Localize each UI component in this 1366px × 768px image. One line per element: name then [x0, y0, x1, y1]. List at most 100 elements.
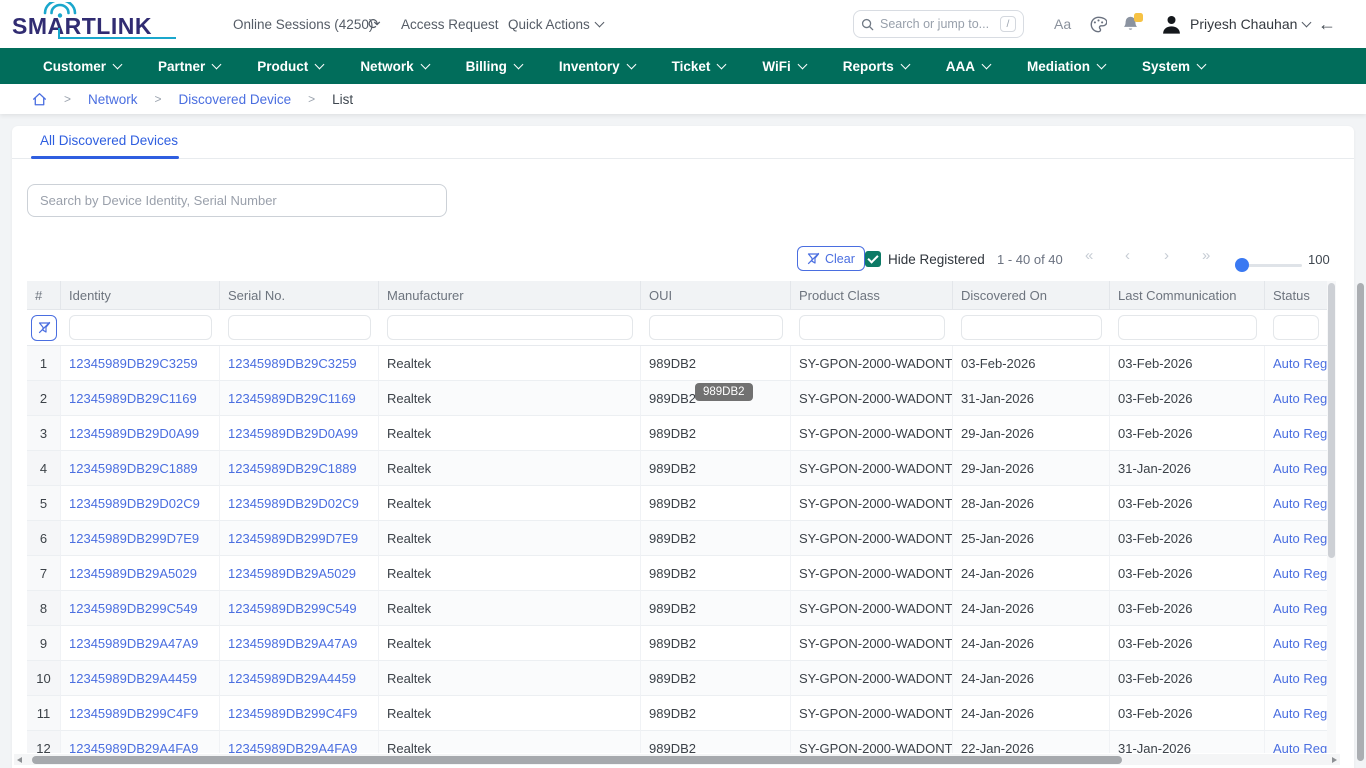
column-header[interactable]: Product Class — [791, 281, 953, 310]
scrollbar-thumb[interactable] — [32, 756, 1122, 764]
column-header[interactable]: Identity — [61, 281, 220, 310]
column-header[interactable]: Serial No. — [220, 281, 379, 310]
identity-link[interactable]: 12345989DB299C549 — [69, 601, 198, 616]
nav-item[interactable]: WiFi — [762, 59, 805, 74]
filter-oui-input[interactable] — [649, 315, 783, 340]
column-header[interactable]: Status — [1265, 281, 1327, 310]
status-link[interactable]: Auto Regis — [1273, 391, 1327, 406]
identity-link[interactable]: 12345989DB29D02C9 — [69, 496, 200, 511]
identity-link[interactable]: 12345989DB29C1169 — [69, 391, 197, 406]
table-row[interactable]: 11 12345989DB299C4F9 12345989DB299C4F9 R… — [27, 696, 1327, 731]
status-link[interactable]: Auto Regis — [1273, 566, 1327, 581]
status-link[interactable]: Auto Regis — [1273, 636, 1327, 651]
quick-actions-menu[interactable]: Quick Actions — [508, 0, 603, 48]
identity-link[interactable]: 12345989DB29A47A9 — [69, 636, 198, 651]
home-icon[interactable] — [32, 92, 47, 107]
identity-link[interactable]: 12345989DB29A5029 — [69, 566, 197, 581]
serial-link[interactable]: 12345989DB299C549 — [228, 601, 357, 616]
nav-item[interactable]: Reports — [843, 59, 909, 74]
table-row[interactable]: 7 12345989DB29A5029 12345989DB29A5029 Re… — [27, 556, 1327, 591]
scrollbar-thumb[interactable] — [1357, 283, 1364, 761]
user-avatar[interactable] — [1161, 0, 1182, 48]
serial-link[interactable]: 12345989DB299C4F9 — [228, 706, 357, 721]
first-page-button[interactable]: « — [1085, 247, 1093, 264]
clear-filters-button[interactable]: Clear — [797, 246, 865, 271]
filter-manufacturer-input[interactable] — [387, 315, 633, 340]
nav-item[interactable]: Partner — [158, 59, 220, 74]
status-link[interactable]: Auto Regis — [1273, 671, 1327, 686]
tab-all-discovered-devices[interactable]: All Discovered Devices — [40, 133, 178, 148]
column-header[interactable]: # — [27, 281, 61, 310]
table-row[interactable]: 12 12345989DB29A4FA9 12345989DB29A4FA9 R… — [27, 731, 1327, 753]
status-link[interactable]: Auto Regis — [1273, 461, 1327, 476]
filter-toggle-button[interactable] — [31, 315, 57, 341]
identity-link[interactable]: 12345989DB29A4FA9 — [69, 741, 198, 754]
page-size-slider-track[interactable] — [1240, 264, 1302, 267]
nav-item[interactable]: System — [1142, 59, 1205, 74]
serial-link[interactable]: 12345989DB29A47A9 — [228, 636, 357, 651]
status-link[interactable]: Auto Regis — [1273, 531, 1327, 546]
identity-link[interactable]: 12345989DB299D7E9 — [69, 531, 199, 546]
identity-link[interactable]: 12345989DB29A4459 — [69, 671, 197, 686]
back-arrow-button[interactable]: ← — [1318, 0, 1336, 48]
serial-link[interactable]: 12345989DB29C3259 — [228, 356, 357, 371]
filter-status-input[interactable] — [1273, 315, 1319, 340]
status-link[interactable]: Auto Regis — [1273, 496, 1327, 511]
identity-link[interactable]: 12345989DB29D0A99 — [69, 426, 199, 441]
nav-item[interactable]: Network — [360, 59, 428, 74]
table-vertical-scrollbar[interactable] — [1327, 281, 1336, 753]
scroll-right-arrow[interactable] — [1332, 757, 1337, 763]
table-row[interactable]: 6 12345989DB299D7E9 12345989DB299D7E9 Re… — [27, 521, 1327, 556]
serial-link[interactable]: 12345989DB29D02C9 — [228, 496, 359, 511]
serial-link[interactable]: 12345989DB299D7E9 — [228, 531, 358, 546]
prev-page-button[interactable]: ‹ — [1125, 247, 1130, 264]
global-search-input[interactable]: Search or jump to... / — [853, 10, 1024, 38]
table-row[interactable]: 9 12345989DB29A47A9 12345989DB29A47A9 Re… — [27, 626, 1327, 661]
filter-serial-input[interactable] — [228, 315, 371, 340]
smartlink-logo[interactable]: SMARTLINK — [12, 4, 182, 46]
next-page-button[interactable]: › — [1164, 247, 1169, 264]
online-sessions[interactable]: Online Sessions (4250) — [233, 0, 373, 48]
serial-link[interactable]: 12345989DB29A4459 — [228, 671, 356, 686]
column-header[interactable]: Manufacturer — [379, 281, 641, 310]
status-link[interactable]: Auto Regis — [1273, 601, 1327, 616]
nav-item[interactable]: Mediation — [1027, 59, 1105, 74]
identity-link[interactable]: 12345989DB29C1889 — [69, 461, 198, 476]
status-link[interactable]: Auto Regis — [1273, 356, 1327, 371]
status-link[interactable]: Auto Regis — [1273, 741, 1327, 754]
refresh-icon[interactable]: ⟳ — [368, 0, 381, 48]
identity-link[interactable]: 12345989DB29C3259 — [69, 356, 198, 371]
page-size-slider-thumb[interactable] — [1235, 258, 1249, 272]
column-header[interactable]: Discovered On — [953, 281, 1110, 310]
last-page-button[interactable]: » — [1202, 247, 1210, 264]
filter-discovered-on-input[interactable] — [961, 315, 1102, 340]
nav-item[interactable]: AAA — [946, 59, 990, 74]
table-row[interactable]: 2 12345989DB29C1169 12345989DB29C1169 Re… — [27, 381, 1327, 416]
filter-identity-input[interactable] — [69, 315, 212, 340]
access-request-link[interactable]: Access Request — [401, 0, 499, 48]
serial-link[interactable]: 12345989DB29C1889 — [228, 461, 357, 476]
table-row[interactable]: 10 12345989DB29A4459 12345989DB29A4459 R… — [27, 661, 1327, 696]
table-row[interactable]: 8 12345989DB299C549 12345989DB299C549 Re… — [27, 591, 1327, 626]
user-menu[interactable]: Priyesh Chauhan — [1190, 0, 1310, 48]
column-header[interactable]: OUI — [641, 281, 791, 310]
status-link[interactable]: Auto Regis — [1273, 426, 1327, 441]
table-row[interactable]: 1 12345989DB29C3259 12345989DB29C3259 Re… — [27, 346, 1327, 381]
serial-link[interactable]: 12345989DB29A4FA9 — [228, 741, 357, 754]
theme-palette-icon[interactable] — [1090, 0, 1107, 48]
nav-item[interactable]: Ticket — [672, 59, 726, 74]
serial-link[interactable]: 12345989DB29A5029 — [228, 566, 356, 581]
table-row[interactable]: 4 12345989DB29C1889 12345989DB29C1889 Re… — [27, 451, 1327, 486]
nav-item[interactable]: Customer — [43, 59, 121, 74]
filter-product-class-input[interactable] — [799, 315, 945, 340]
table-row[interactable]: 5 12345989DB29D02C9 12345989DB29D02C9 Re… — [27, 486, 1327, 521]
nav-item[interactable]: Inventory — [559, 59, 635, 74]
identity-link[interactable]: 12345989DB299C4F9 — [69, 706, 198, 721]
breadcrumb-discovered-device[interactable]: Discovered Device — [179, 92, 292, 107]
breadcrumb-network[interactable]: Network — [88, 92, 138, 107]
table-row[interactable]: 3 12345989DB29D0A99 12345989DB29D0A99 Re… — [27, 416, 1327, 451]
serial-link[interactable]: 12345989DB29D0A99 — [228, 426, 358, 441]
nav-item[interactable]: Product — [257, 59, 323, 74]
notifications-bell[interactable] — [1122, 0, 1140, 48]
text-size-control[interactable]: Aa — [1054, 0, 1071, 48]
